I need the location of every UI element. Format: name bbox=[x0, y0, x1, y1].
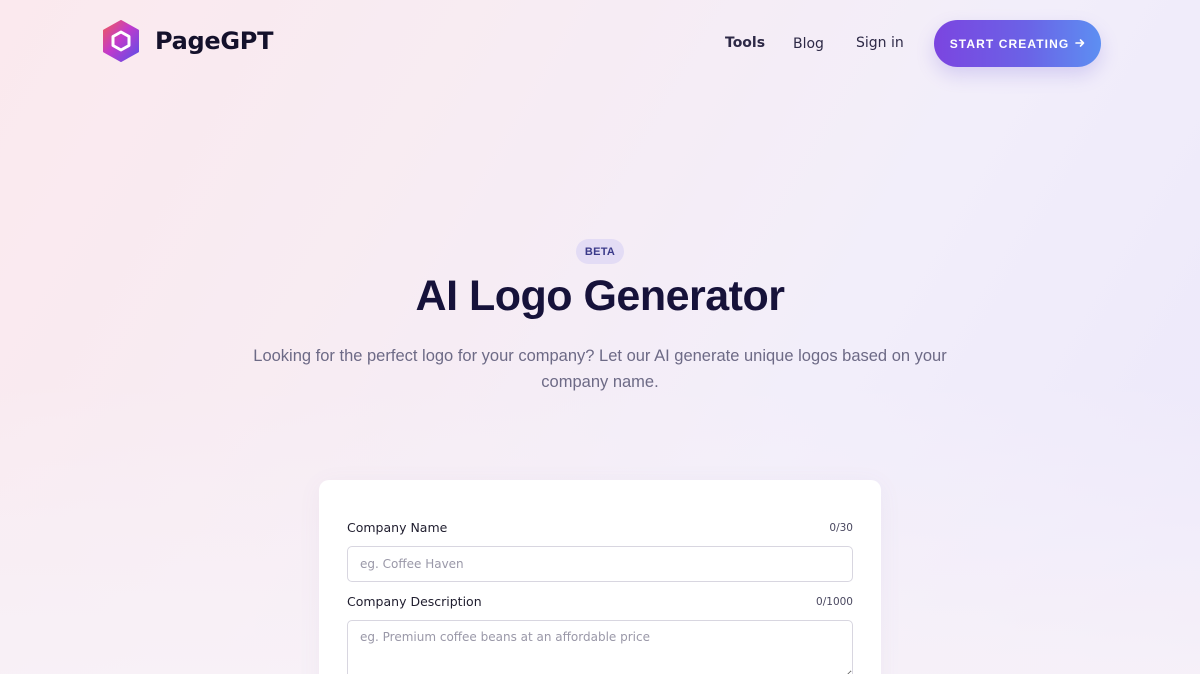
page-subtitle: Looking for the perfect logo for your co… bbox=[253, 347, 947, 391]
hexagon-logo-icon bbox=[101, 20, 141, 62]
company-description-counter: 0/1000 bbox=[816, 596, 853, 608]
logo-form-card: Company Name 0/30 Company Description 0/… bbox=[319, 480, 881, 674]
brand-name: PageGPT bbox=[155, 27, 274, 55]
nav-sign-in-link[interactable]: Sign in bbox=[856, 35, 904, 51]
nav-blog-link[interactable]: Blog bbox=[793, 36, 824, 52]
company-name-label: Company Name bbox=[347, 520, 448, 535]
start-creating-button[interactable]: START CREATING bbox=[934, 20, 1101, 67]
brand-logo[interactable]: PageGPT bbox=[101, 20, 273, 62]
company-name-input[interactable] bbox=[347, 546, 853, 582]
company-description-textarea[interactable] bbox=[347, 620, 853, 674]
page-title: AI Logo Generator bbox=[415, 272, 785, 320]
start-creating-label: START CREATING bbox=[949, 36, 1070, 51]
nav-tools-link[interactable]: Tools bbox=[725, 35, 765, 51]
beta-badge: BETA bbox=[576, 239, 624, 264]
arrow-right-icon bbox=[1075, 36, 1085, 51]
company-name-counter: 0/30 bbox=[829, 522, 853, 534]
company-description-label: Company Description bbox=[347, 594, 482, 609]
